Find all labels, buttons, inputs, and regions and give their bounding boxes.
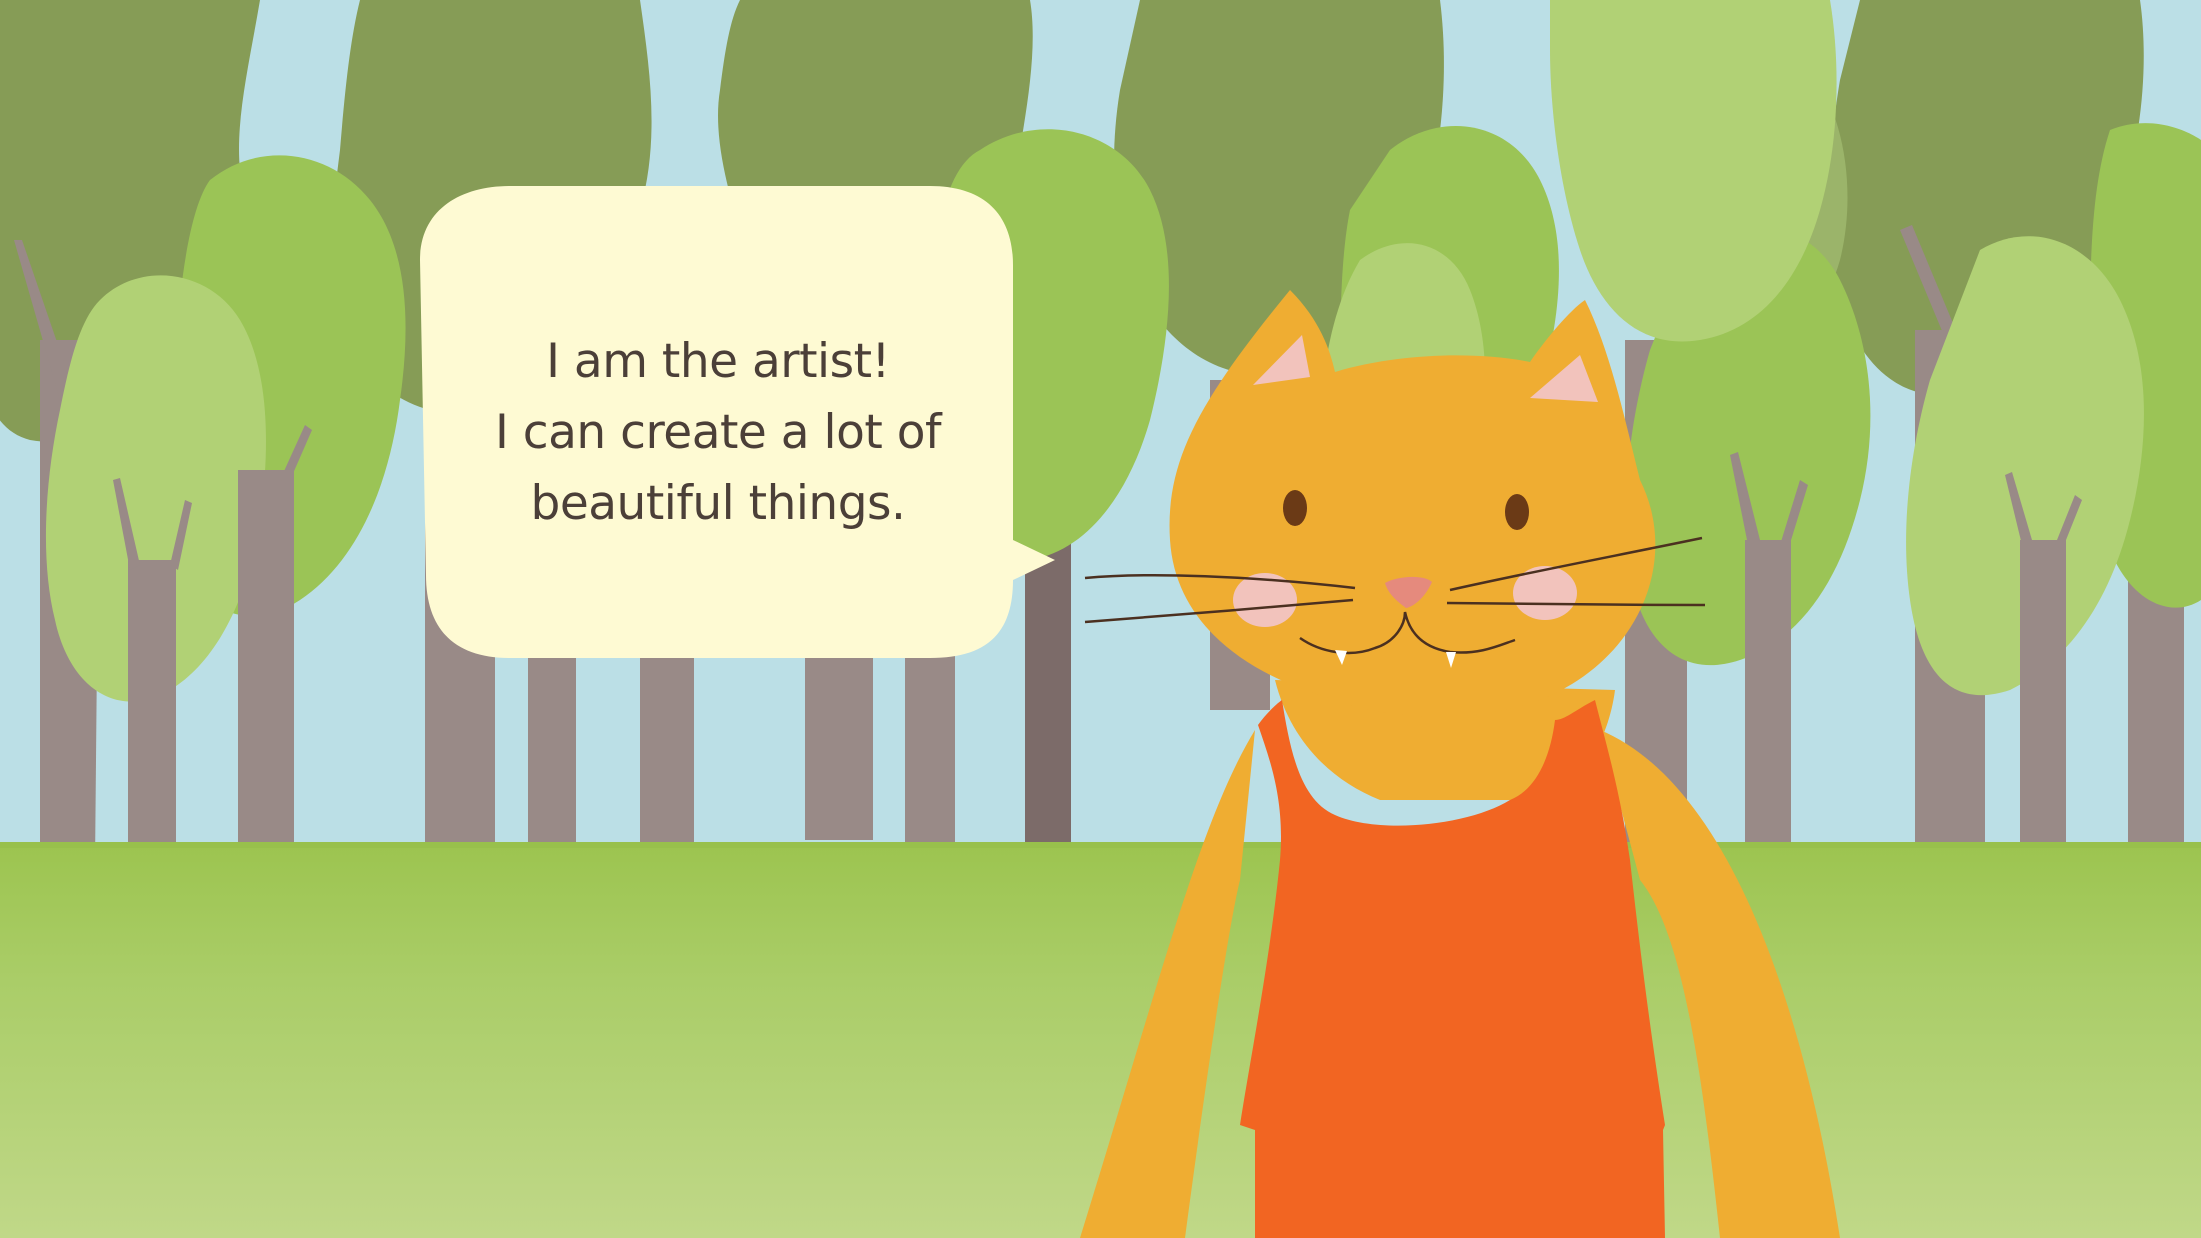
- speech-line-1: I am the artist!: [546, 333, 890, 389]
- scene-illustration: [0, 0, 2201, 1238]
- forest-scene: I am the artist! I can create a lot of b…: [0, 0, 2201, 1238]
- speech-line-2: I can create a lot of: [494, 404, 942, 460]
- grass-edge: [0, 842, 2201, 848]
- speech-bubble-text: I am the artist! I can create a lot of b…: [426, 312, 1010, 552]
- speech-line-3: beautiful things.: [530, 475, 906, 531]
